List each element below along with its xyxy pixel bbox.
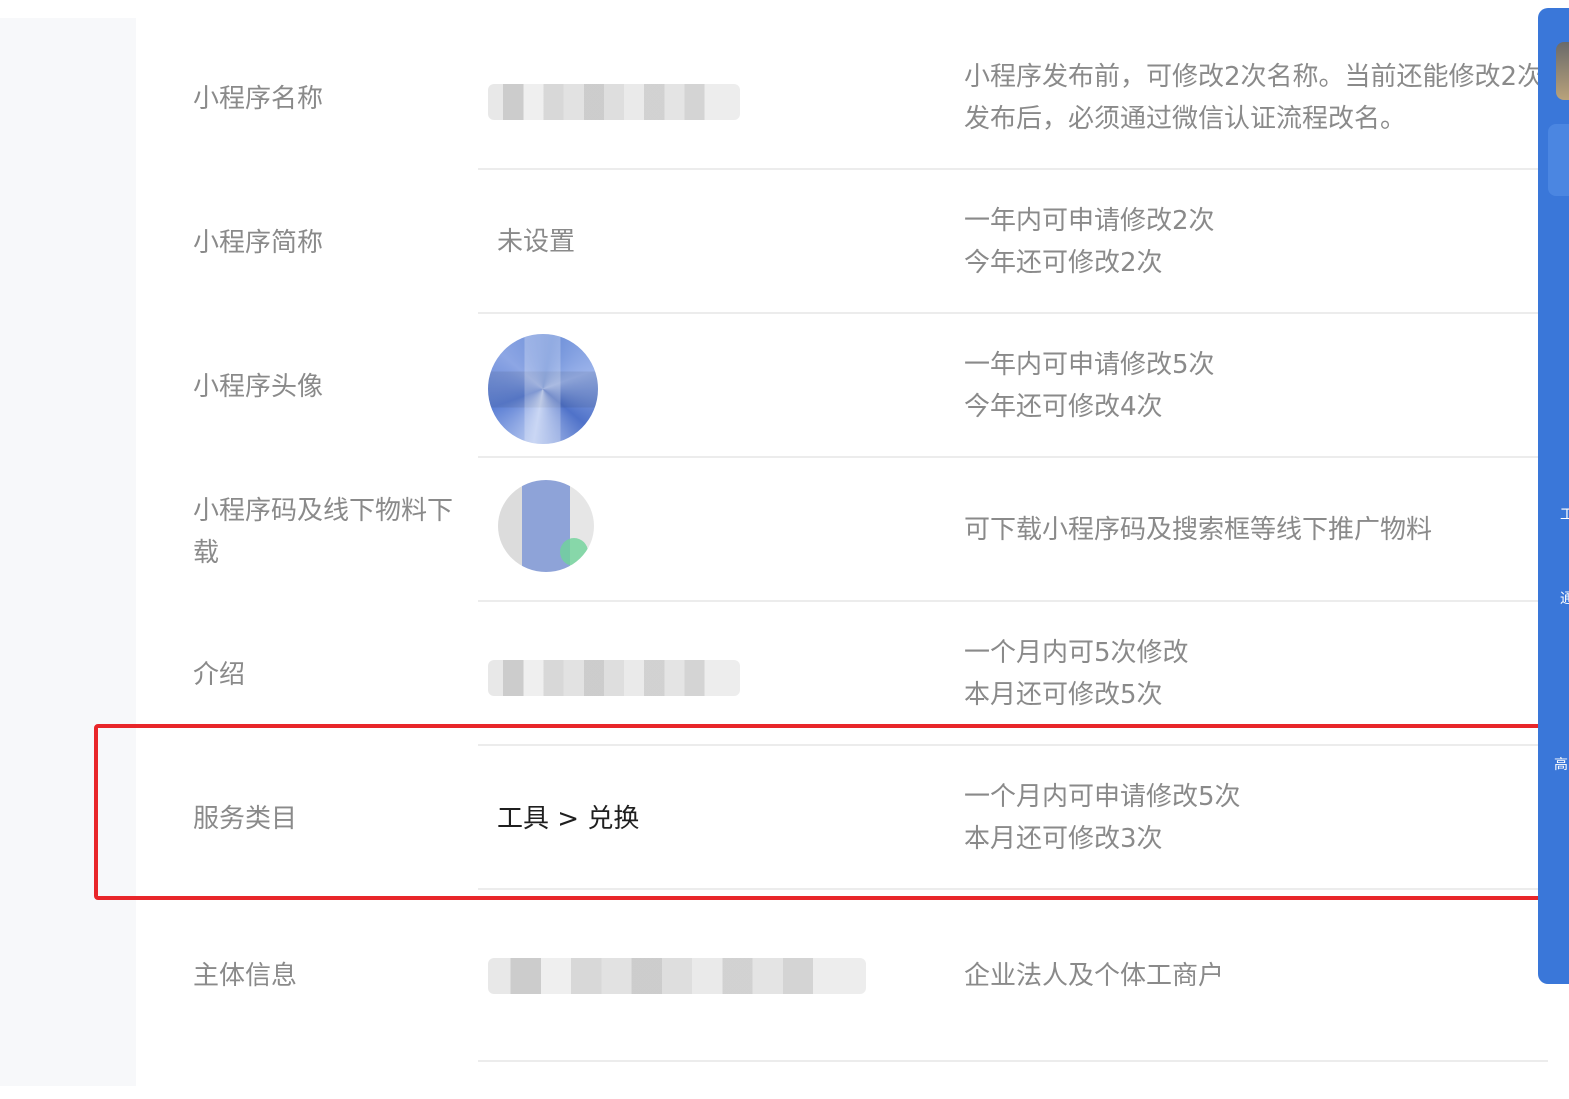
row-desc-category-1: 一个月内可申请修改5次: [964, 782, 1241, 812]
row-desc-short-name-1: 一年内可申请修改2次: [964, 206, 1215, 236]
settings-list: 小程序名称 小程序发布前，可修改2次名称。当前还能修改2次 发布后，必须通过微信…: [136, 0, 1548, 1099]
row-desc-short-name-2: 今年还可修改2次: [964, 248, 1163, 278]
divider: [478, 168, 1548, 170]
panel-text-1[interactable]: 工: [1560, 504, 1569, 524]
qrcode-image[interactable]: [498, 480, 594, 572]
panel-thumbnail[interactable]: [1556, 42, 1569, 100]
panel-text-2[interactable]: 通: [1560, 588, 1569, 608]
divider: [478, 888, 1548, 890]
panel-button[interactable]: [1548, 124, 1569, 196]
row-label-entity: 主体信息: [193, 961, 298, 991]
left-sidebar-strip: [0, 18, 136, 1086]
row-desc-qrcode: 可下载小程序码及搜索框等线下推广物料: [964, 515, 1433, 545]
row-label-qrcode-1: 小程序码及线下物料下: [193, 496, 454, 526]
right-side-panel[interactable]: 工 通 高: [1538, 8, 1569, 984]
divider: [478, 312, 1548, 314]
row-label-qrcode-2: 载: [193, 538, 220, 568]
divider: [478, 1060, 1548, 1062]
row-value-short-name: 未设置: [497, 227, 576, 257]
row-desc-avatar-1: 一年内可申请修改5次: [964, 350, 1215, 380]
row-desc-name-1: 小程序发布前，可修改2次名称。当前还能修改2次: [964, 62, 1544, 92]
row-desc-intro-2: 本月还可修改5次: [964, 680, 1163, 710]
blurred-intro-value: [488, 660, 740, 696]
panel-text-3[interactable]: 高: [1554, 754, 1568, 774]
row-label-intro: 介绍: [193, 660, 246, 690]
divider: [478, 600, 1548, 602]
row-label-category: 服务类目: [193, 804, 298, 834]
row-desc-category-2: 本月还可修改3次: [964, 824, 1163, 854]
row-label-short-name: 小程序简称: [193, 228, 324, 258]
blurred-name-value: [488, 84, 740, 120]
blurred-entity-value: [488, 958, 866, 994]
row-desc-avatar-2: 今年还可修改4次: [964, 392, 1163, 422]
avatar[interactable]: [488, 334, 598, 444]
divider: [478, 456, 1548, 458]
row-label-avatar: 小程序头像: [193, 372, 324, 402]
row-desc-name-2: 发布后，必须通过微信认证流程改名。: [964, 104, 1407, 134]
row-label-name: 小程序名称: [193, 84, 324, 114]
divider: [478, 744, 1548, 746]
row-desc-intro-1: 一个月内可5次修改: [964, 638, 1189, 668]
row-desc-entity: 企业法人及个体工商户: [964, 961, 1225, 991]
row-value-category: 工具 > 兑换: [497, 804, 640, 834]
